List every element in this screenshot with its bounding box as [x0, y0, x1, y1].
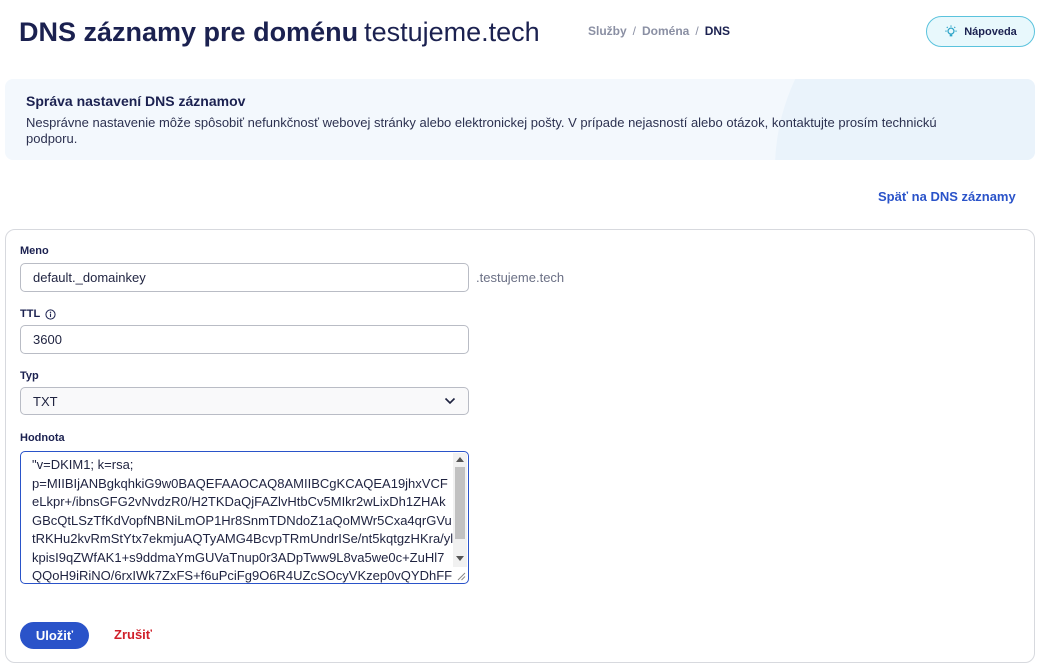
- save-button[interactable]: Uložiť: [20, 622, 89, 649]
- breadcrumb-item-services[interactable]: Služby: [588, 24, 627, 38]
- breadcrumb-item-dns: DNS: [704, 24, 731, 38]
- ttl-label: TTL: [20, 308, 56, 320]
- value-textarea[interactable]: "v=DKIM1; k=rsa; p=MIIBIjANBgkqhkiG9w0BA…: [20, 451, 469, 584]
- page-title: DNS záznamy pre doménu testujeme.tech: [19, 16, 540, 48]
- info-icon[interactable]: [45, 308, 56, 320]
- chevron-down-icon: [444, 397, 456, 405]
- scroll-up-arrow-icon[interactable]: [456, 457, 464, 462]
- page-title-strong: DNS záznamy pre doménu: [19, 17, 359, 47]
- scroll-down-arrow-icon[interactable]: [456, 556, 464, 561]
- name-input[interactable]: [20, 263, 469, 292]
- ttl-input[interactable]: [20, 325, 469, 354]
- help-button-label: Nápoveda: [964, 25, 1017, 38]
- resize-grip-icon[interactable]: [456, 571, 466, 581]
- type-select[interactable]: TXT: [20, 387, 469, 415]
- value-label-text: Hodnota: [20, 432, 65, 444]
- domain-suffix: .testujeme.tech: [476, 270, 565, 285]
- type-select-value: TXT: [33, 393, 58, 409]
- ttl-label-text: TTL: [20, 308, 41, 320]
- textarea-scrollbar[interactable]: [453, 453, 467, 567]
- dns-record-form: Meno .testujeme.tech TTL Typ TXT Hodnota…: [5, 229, 1035, 663]
- type-label: Typ: [20, 370, 39, 382]
- page-title-domain: testujeme.tech: [364, 17, 540, 47]
- cancel-button[interactable]: Zrušiť: [114, 627, 152, 642]
- page-header: DNS záznamy pre doménu testujeme.tech Slu…: [19, 14, 1035, 54]
- value-label: Hodnota: [20, 432, 65, 444]
- help-button[interactable]: Nápoveda: [926, 16, 1035, 47]
- value-textarea-content[interactable]: "v=DKIM1; k=rsa; p=MIIBIjANBgkqhkiG9w0BA…: [32, 456, 454, 583]
- info-box: Správa nastavení DNS záznamov Nesprávne …: [5, 79, 1035, 160]
- name-label-text: Meno: [20, 245, 49, 257]
- lightbulb-icon: [945, 24, 957, 36]
- breadcrumb-separator: /: [632, 24, 637, 38]
- breadcrumb-separator: /: [695, 24, 699, 38]
- back-to-dns-records-link[interactable]: Späť na DNS záznamy: [878, 189, 1016, 204]
- breadcrumb-item-domain[interactable]: Doména: [642, 24, 689, 38]
- info-text: Nesprávne nastavenie môže spôsobiť nefun…: [26, 115, 937, 146]
- name-label: Meno: [20, 245, 49, 257]
- scrollbar-thumb[interactable]: [455, 467, 465, 539]
- breadcrumb: Služby / Doména / DNS: [588, 24, 730, 38]
- type-label-text: Typ: [20, 370, 39, 382]
- info-title: Správa nastavení DNS záznamov: [26, 93, 246, 109]
